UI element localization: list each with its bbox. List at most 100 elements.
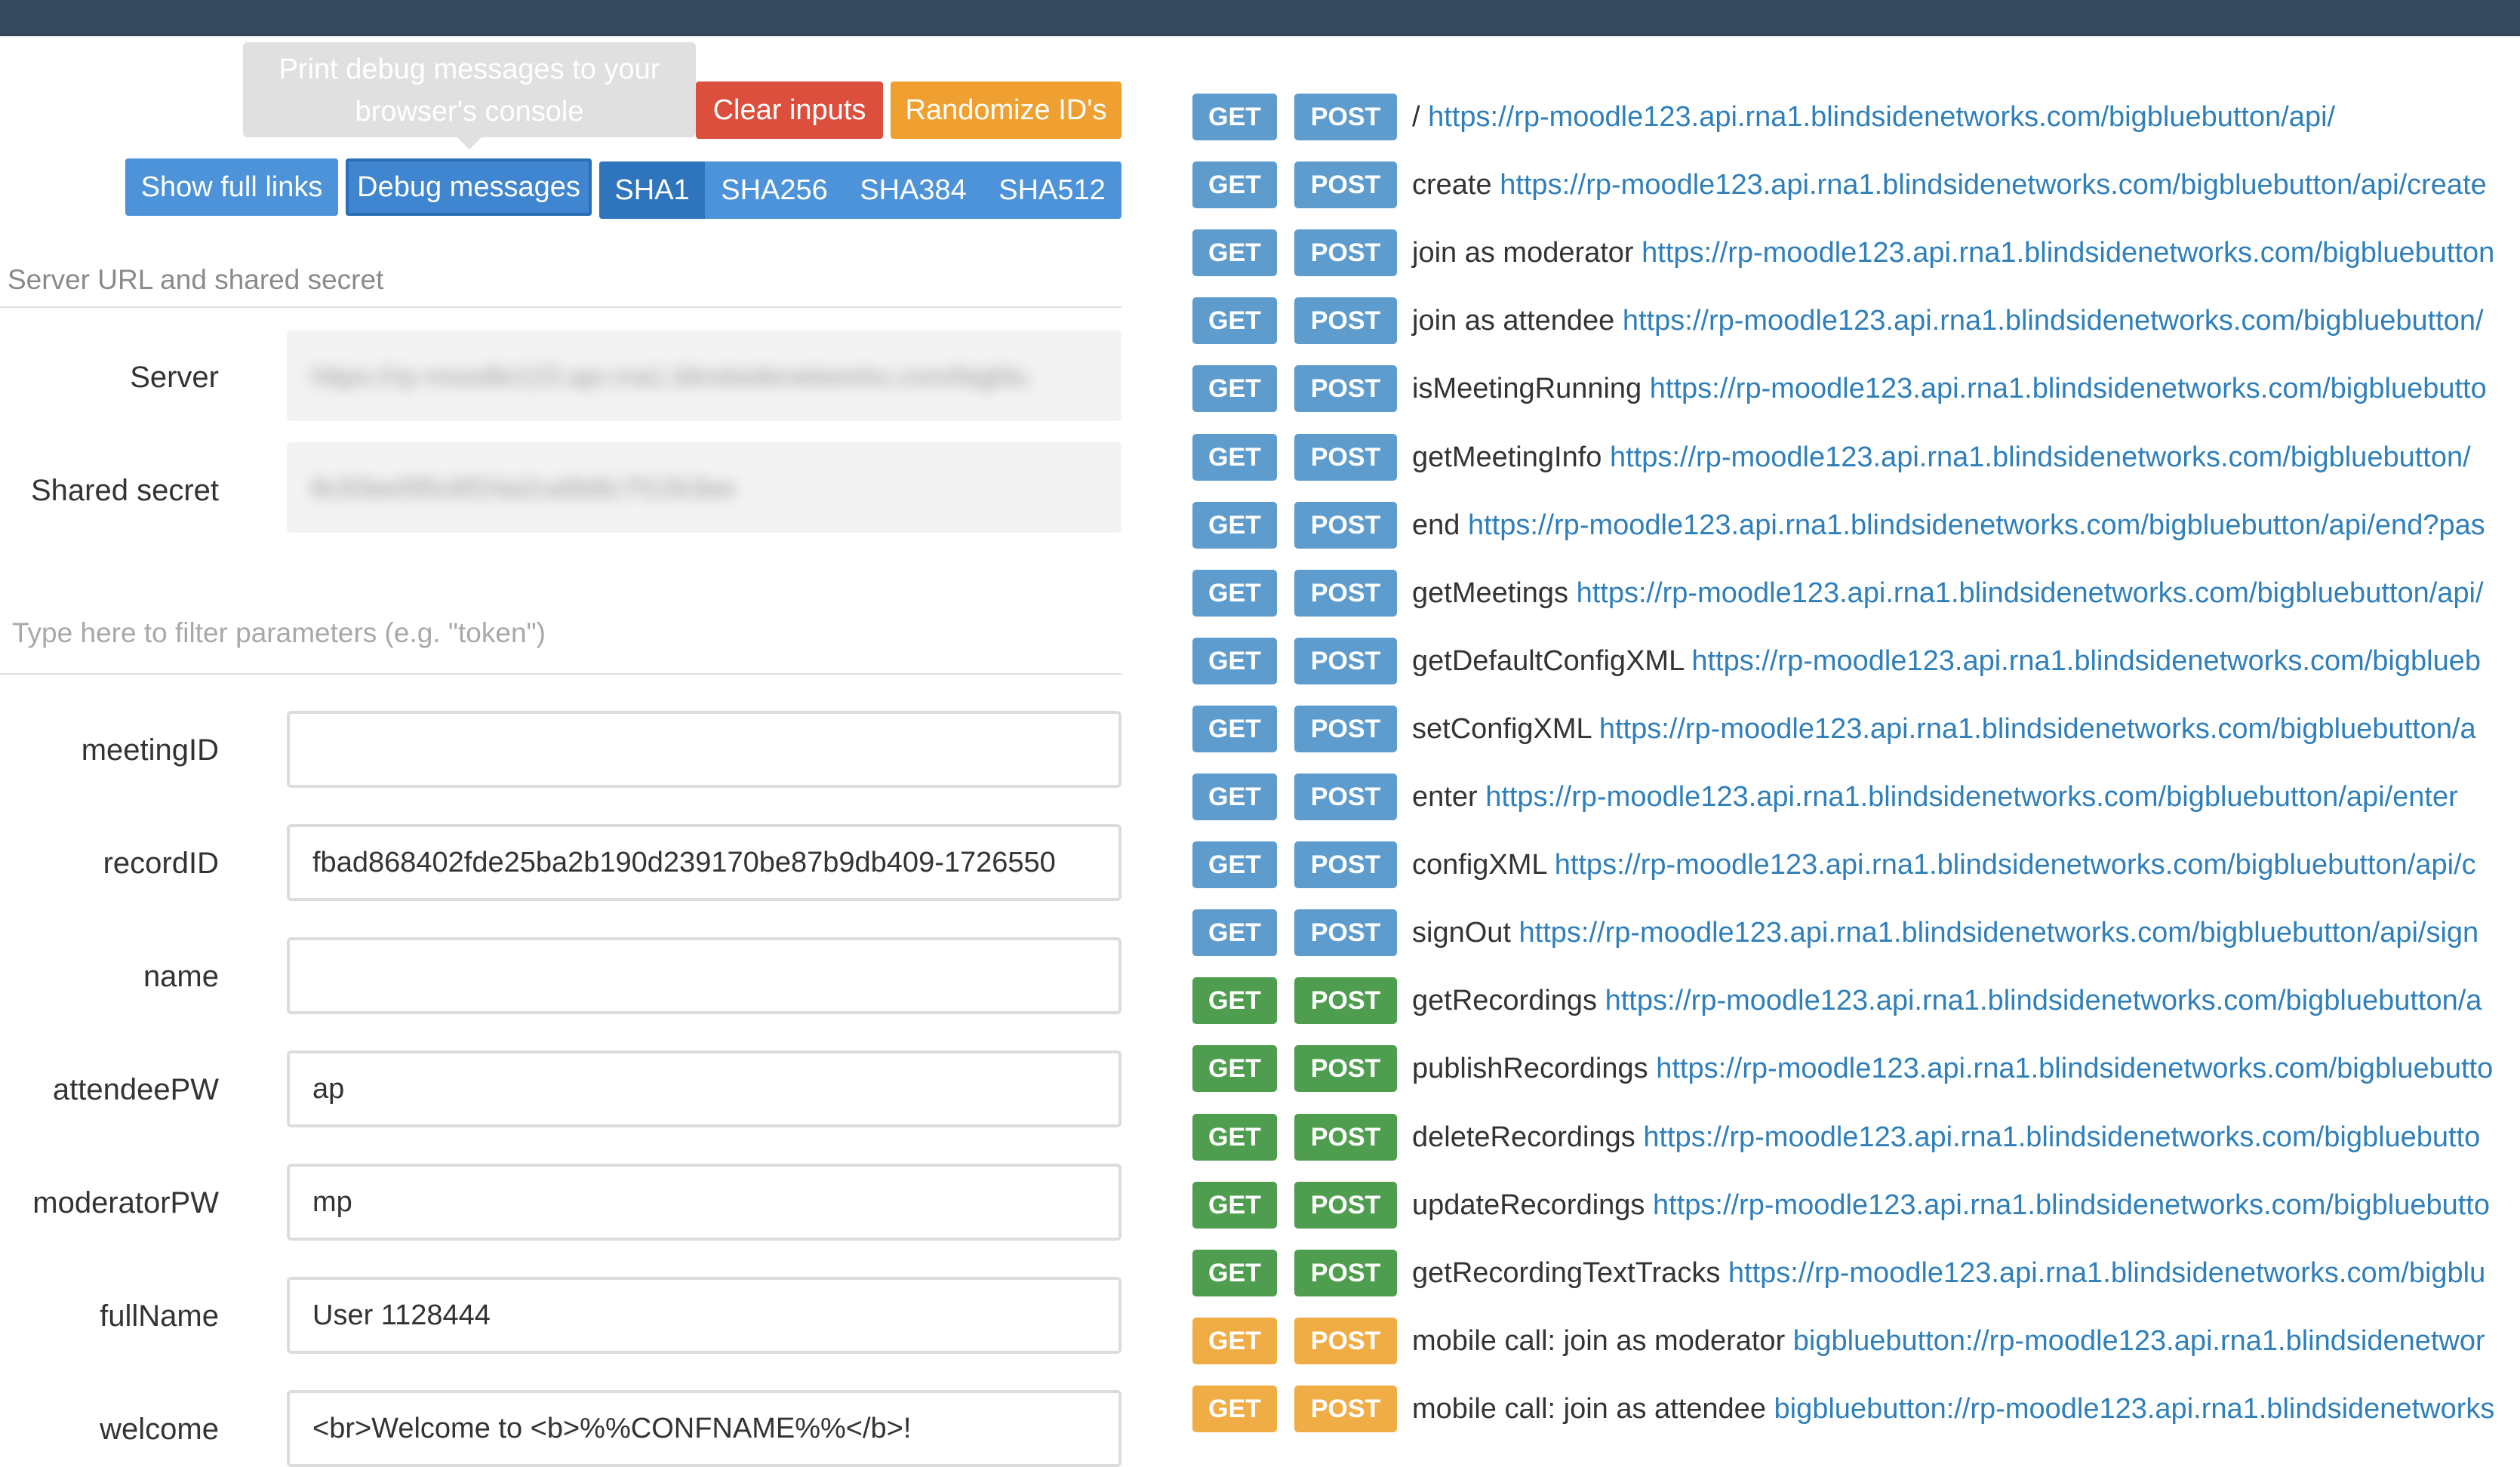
api-call-link[interactable]: https://rp-moodle123.api.rna1.blindsiden…	[1605, 985, 2482, 1016]
param-input-fullname[interactable]: User 1128444	[287, 1277, 1122, 1354]
get-button[interactable]: GET	[1192, 706, 1277, 752]
api-call-link[interactable]: https://rp-moodle123.api.rna1.blindsiden…	[1577, 577, 2484, 609]
post-button[interactable]: POST	[1294, 706, 1397, 752]
api-call-link[interactable]: https://rp-moodle123.api.rna1.blindsiden…	[1728, 1257, 2485, 1289]
param-input-attendeepw[interactable]: ap	[287, 1050, 1122, 1127]
get-button[interactable]: GET	[1192, 773, 1277, 820]
api-call-label: join as attendee https://rp-moodle123.ap…	[1412, 297, 2484, 344]
post-button[interactable]: POST	[1294, 841, 1397, 888]
post-button[interactable]: POST	[1294, 365, 1397, 412]
api-call-row: GET POST getDefaultConfigXML https://rp-mo…	[1192, 638, 2520, 684]
api-call-link[interactable]: https://rp-moodle123.api.rna1.blindsiden…	[1555, 849, 2476, 881]
clear-inputs-button[interactable]: Clear inputs	[696, 82, 883, 139]
api-call-link[interactable]: https://rp-moodle123.api.rna1.blindsiden…	[1599, 713, 2476, 745]
api-call-link[interactable]: bigbluebutton://rp-moodle123.api.rna1.bl…	[1793, 1325, 2485, 1357]
api-call-name: end	[1412, 509, 1460, 541]
post-button[interactable]: POST	[1294, 1386, 1397, 1432]
post-button[interactable]: POST	[1294, 161, 1397, 208]
post-button[interactable]: POST	[1294, 229, 1397, 276]
api-call-link[interactable]: https://rp-moodle123.api.rna1.blindsiden…	[1485, 781, 2458, 813]
hash-option-sha384[interactable]: SHA384	[844, 161, 983, 219]
hash-option-sha512[interactable]: SHA512	[983, 161, 1122, 219]
shared-secret-field[interactable]: 8c93ee5f0c6f24a2ca5b8c7f12b3ee	[287, 442, 1122, 533]
api-call-link[interactable]: https://rp-moodle123.api.rna1.blindsiden…	[1428, 101, 2335, 133]
get-button[interactable]: GET	[1192, 434, 1277, 481]
get-button[interactable]: GET	[1192, 977, 1277, 1024]
get-button[interactable]: GET	[1192, 94, 1277, 140]
api-call-link[interactable]: https://rp-moodle123.api.rna1.blindsiden…	[1610, 441, 2471, 473]
get-button[interactable]: GET	[1192, 1318, 1277, 1364]
get-button[interactable]: GET	[1192, 502, 1277, 549]
api-call-link[interactable]: https://rp-moodle123.api.rna1.blindsiden…	[1519, 917, 2479, 949]
get-button[interactable]: GET	[1192, 365, 1277, 412]
api-call-link[interactable]: https://rp-moodle123.api.rna1.blindsiden…	[1468, 509, 2485, 541]
api-call-link[interactable]: https://rp-moodle123.api.rna1.blindsiden…	[1656, 1053, 2493, 1084]
top-navbar	[0, 0, 2520, 36]
server-url-value: https://rp-moodle123.api.rna1.blindsiden…	[311, 361, 1029, 392]
api-call-name: create	[1412, 169, 1492, 201]
post-button[interactable]: POST	[1294, 909, 1397, 956]
api-call-name: publishRecordings	[1412, 1053, 1648, 1084]
get-button[interactable]: GET	[1192, 1182, 1277, 1229]
api-call-name: /	[1412, 101, 1420, 133]
api-call-row: GET POST deleteRecordings https://rp-moodl…	[1192, 1114, 2520, 1161]
api-call-link[interactable]: https://rp-moodle123.api.rna1.blindsiden…	[1500, 169, 2487, 201]
api-call-name: updateRecordings	[1412, 1189, 1645, 1221]
param-input-meetingid[interactable]	[287, 711, 1122, 788]
debug-messages-button[interactable]: Debug messages	[346, 158, 592, 216]
param-input-name[interactable]	[287, 937, 1122, 1014]
get-button[interactable]: GET	[1192, 297, 1277, 344]
api-call-link[interactable]: https://rp-moodle123.api.rna1.blindsiden…	[1691, 645, 2481, 677]
api-call-row: GET POST getMeetingInfo https://rp-moodle1…	[1192, 434, 2520, 481]
api-call-link[interactable]: bigbluebutton://rp-moodle123.api.rna1.bl…	[1774, 1393, 2495, 1425]
post-button[interactable]: POST	[1294, 1114, 1397, 1161]
api-call-label: getDefaultConfigXML https://rp-moodle123…	[1412, 638, 2481, 684]
post-button[interactable]: POST	[1294, 1250, 1397, 1296]
hash-option-sha1[interactable]: SHA1	[599, 161, 705, 219]
filter-input[interactable]: Type here to filter parameters (e.g. "to…	[12, 617, 546, 649]
get-button[interactable]: GET	[1192, 841, 1277, 888]
api-call-link[interactable]: https://rp-moodle123.api.rna1.blindsiden…	[1653, 1189, 2490, 1221]
get-button[interactable]: GET	[1192, 229, 1277, 276]
post-button[interactable]: POST	[1294, 977, 1397, 1024]
api-call-link[interactable]: https://rp-moodle123.api.rna1.blindsiden…	[1643, 1121, 2480, 1153]
post-button[interactable]: POST	[1294, 773, 1397, 820]
post-button[interactable]: POST	[1294, 638, 1397, 684]
show-full-links-button[interactable]: Show full links	[125, 158, 338, 216]
get-button[interactable]: GET	[1192, 1114, 1277, 1161]
get-button[interactable]: GET	[1192, 1386, 1277, 1432]
post-button[interactable]: POST	[1294, 434, 1397, 481]
post-button[interactable]: POST	[1294, 502, 1397, 549]
api-call-link[interactable]: https://rp-moodle123.api.rna1.blindsiden…	[1642, 237, 2494, 269]
get-button[interactable]: GET	[1192, 1045, 1277, 1092]
post-button[interactable]: POST	[1294, 570, 1397, 617]
param-input-recordid[interactable]: fbad868402fde25ba2b190d239170be87b9db409…	[287, 824, 1122, 901]
param-label: welcome	[100, 1413, 219, 1446]
hash-option-sha256[interactable]: SHA256	[705, 161, 844, 219]
api-call-label: / https://rp-moodle123.api.rna1.blindsid…	[1412, 94, 2335, 140]
post-button[interactable]: POST	[1294, 1045, 1397, 1092]
get-button[interactable]: GET	[1192, 909, 1277, 956]
get-button[interactable]: GET	[1192, 1250, 1277, 1296]
api-call-row: GET POST configXML https://rp-moodle123.ap…	[1192, 841, 2520, 888]
post-button[interactable]: POST	[1294, 1182, 1397, 1229]
post-button[interactable]: POST	[1294, 1318, 1397, 1364]
get-button[interactable]: GET	[1192, 161, 1277, 208]
server-url-field[interactable]: https://rp-moodle123.api.rna1.blindsiden…	[287, 331, 1122, 421]
api-call-name: getRecordingTextTracks	[1412, 1257, 1721, 1289]
api-call-row: GET POST / https://rp-moodle123.api.rna1.b…	[1192, 94, 2520, 140]
api-call-link[interactable]: https://rp-moodle123.api.rna1.blindsiden…	[1650, 373, 2487, 404]
randomize-ids-button[interactable]: Randomize ID's	[891, 82, 1122, 139]
get-button[interactable]: GET	[1192, 638, 1277, 684]
get-button[interactable]: GET	[1192, 570, 1277, 617]
api-call-row: GET POST updateRecordings https://rp-moodl…	[1192, 1182, 2520, 1229]
api-call-row: GET POST getMeetings https://rp-moodle123.…	[1192, 570, 2520, 617]
api-call-link[interactable]: https://rp-moodle123.api.rna1.blindsiden…	[1623, 305, 2484, 337]
param-input-welcome[interactable]: <br>Welcome to <b>%%CONFNAME%%</b>!	[287, 1390, 1122, 1467]
post-button[interactable]: POST	[1294, 94, 1397, 140]
param-input-moderatorpw[interactable]: mp	[287, 1164, 1122, 1241]
api-call-label: publishRecordings https://rp-moodle123.a…	[1412, 1045, 2493, 1092]
post-button[interactable]: POST	[1294, 297, 1397, 344]
api-call-label: signOut https://rp-moodle123.api.rna1.bl…	[1412, 909, 2478, 956]
api-call-row: GET POST mobile call: join as attendee big…	[1192, 1386, 2520, 1432]
